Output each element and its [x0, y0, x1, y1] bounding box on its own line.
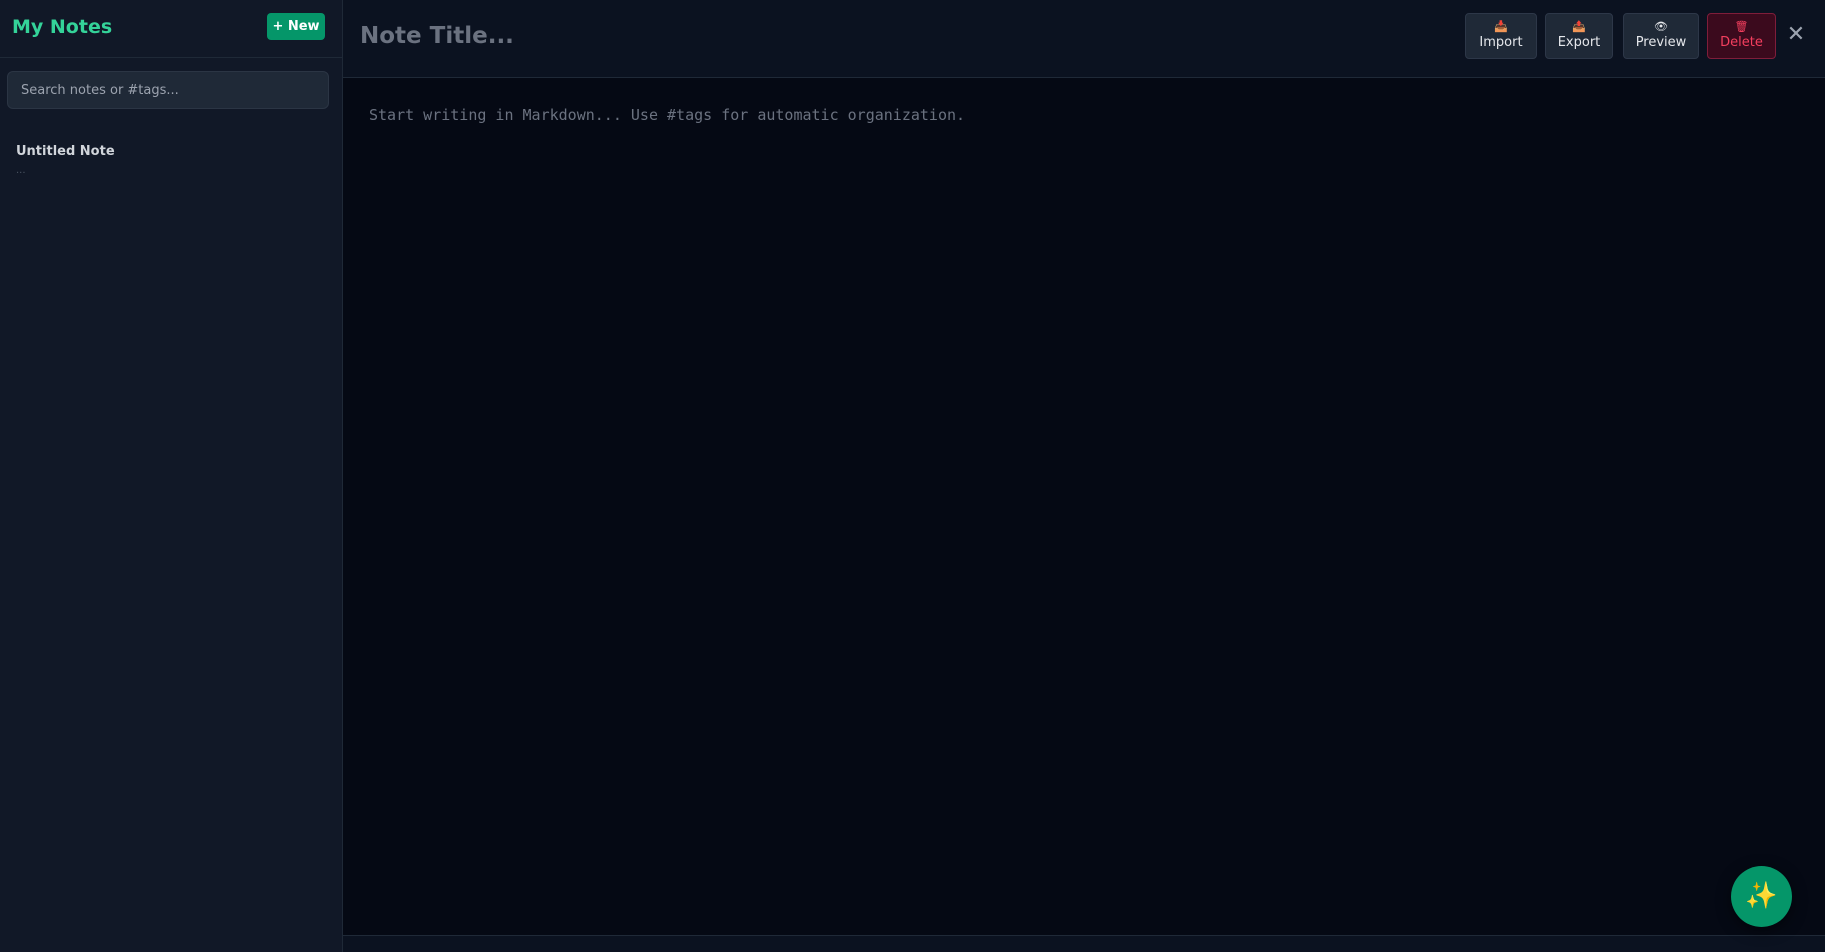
preview-label: Preview [1635, 35, 1687, 50]
editor-toolbar: 📥 Import 📤 Export 👁 Preview 🗑 Delete ✕ [343, 0, 1825, 78]
sidebar-header: My Notes + New [0, 0, 342, 58]
import-button[interactable]: 📥 Import [1465, 13, 1537, 59]
notes-app: My Notes + New Untitled Note ... 📥 Impor… [0, 0, 1825, 952]
sidebar: My Notes + New Untitled Note ... [0, 0, 343, 952]
trash-icon: 🗑 [1734, 20, 1749, 33]
sparkles-icon[interactable]: ✨ [1731, 866, 1792, 927]
status-bar [343, 935, 1825, 952]
import-icon: 📥 [1494, 20, 1508, 33]
note-item-preview: ... [16, 165, 26, 176]
note-title-input[interactable] [360, 16, 1240, 56]
app-title: My Notes [12, 16, 113, 38]
new-note-button[interactable]: + New [267, 13, 325, 40]
import-label: Import [1479, 35, 1523, 50]
search-input[interactable] [7, 71, 329, 109]
search-box [7, 71, 329, 109]
close-icon[interactable]: ✕ [1783, 22, 1809, 48]
note-list-item[interactable]: Untitled Note ... [0, 138, 342, 184]
delete-label: Delete [1720, 35, 1763, 50]
export-button[interactable]: 📤 Export [1545, 13, 1613, 59]
editor-pane: 📥 Import 📤 Export 👁 Preview 🗑 Delete ✕ ✨ [343, 0, 1825, 952]
eye-icon: 👁 [1654, 20, 1668, 33]
preview-button[interactable]: 👁 Preview [1623, 13, 1699, 59]
delete-button[interactable]: 🗑 Delete [1707, 13, 1776, 59]
export-label: Export [1557, 35, 1601, 50]
export-icon: 📤 [1572, 20, 1586, 33]
note-item-title: Untitled Note [16, 144, 115, 159]
note-list: Untitled Note ... [0, 138, 342, 184]
markdown-editor[interactable] [343, 79, 1825, 934]
